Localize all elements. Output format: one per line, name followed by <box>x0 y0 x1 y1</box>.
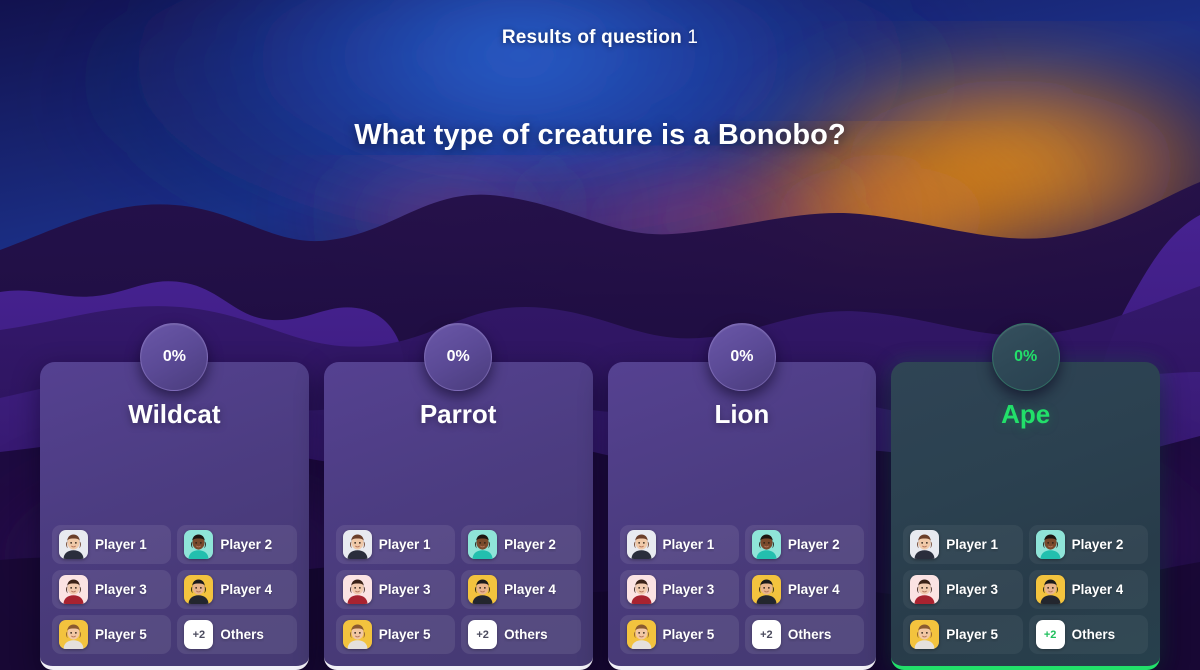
player-name: Player 5 <box>946 627 999 642</box>
player-name: Player 5 <box>662 627 715 642</box>
player-name: Player 4 <box>220 582 273 597</box>
player-chip[interactable]: Player 4 <box>177 570 297 609</box>
player-list: Player 1 Player 2 Player 3 Player 4 Player 5… <box>335 525 581 654</box>
avatar <box>910 620 940 649</box>
results-label: Results of question <box>501 27 682 48</box>
player-name: Player 3 <box>95 582 147 597</box>
question-number: 1 <box>687 27 699 48</box>
answer-percent-badge: 0% <box>424 323 493 391</box>
others-count-badge: +2 <box>468 620 498 649</box>
avatar <box>59 620 88 649</box>
answer-card[interactable]: 0% Ape Player 1 Player 2 Player 3 Player 4 Pla… <box>891 323 1160 670</box>
player-list: Player 1 Player 2 Player 3 Player 4 Player 5… <box>52 525 297 654</box>
avatar <box>910 575 940 604</box>
player-chip[interactable]: Player 5 <box>619 615 739 654</box>
others-label: Others <box>220 627 264 642</box>
player-name: Player 1 <box>946 537 999 552</box>
others-chip[interactable]: +2 Others <box>461 615 581 654</box>
results-screen: Results of question 1 What type of creat… <box>0 0 1200 670</box>
player-name: Player 3 <box>378 582 431 597</box>
card-spacer <box>52 429 297 525</box>
answer-percent-badge: 0% <box>991 323 1060 391</box>
player-name: Player 1 <box>95 537 147 552</box>
avatar <box>342 575 372 604</box>
others-chip[interactable]: +2 Others <box>1028 615 1148 654</box>
avatar <box>184 575 214 604</box>
avatar <box>1035 530 1065 559</box>
answer-label: Parrot <box>419 399 497 429</box>
player-chip[interactable]: Player 4 <box>461 570 581 609</box>
player-chip[interactable]: Player 2 <box>461 525 581 564</box>
player-name: Player 3 <box>662 582 715 597</box>
player-chip[interactable]: Player 5 <box>335 615 456 654</box>
avatar <box>751 575 781 604</box>
player-chip[interactable]: Player 1 <box>335 525 456 564</box>
avatar <box>626 530 656 559</box>
avatar <box>468 575 498 604</box>
answer-card[interactable]: 0% Parrot Player 1 Player 2 Player 3 Player 4… <box>323 323 593 670</box>
card-spacer <box>620 429 865 525</box>
player-chip[interactable]: Player 3 <box>335 570 456 609</box>
player-chip[interactable]: Player 2 <box>177 525 297 564</box>
player-chip[interactable]: Player 5 <box>52 615 172 654</box>
avatar <box>184 530 214 559</box>
avatar <box>751 530 781 559</box>
player-chip[interactable]: Player 3 <box>52 570 172 609</box>
player-name: Player 1 <box>662 537 715 552</box>
player-list: Player 1 Player 2 Player 3 Player 4 Player 5… <box>903 525 1148 654</box>
avatar <box>342 530 372 559</box>
answers-row: 0% Wildcat Player 1 Player 2 Player 3 Player … <box>40 323 1160 670</box>
player-chip[interactable]: Player 4 <box>1028 570 1148 609</box>
others-label: Others <box>1071 627 1116 642</box>
avatar <box>626 620 656 649</box>
card-spacer <box>336 429 581 525</box>
avatar <box>59 575 88 604</box>
question-text: What type of creature is a Bonobo? <box>354 119 846 151</box>
player-name: Player 3 <box>946 582 999 597</box>
others-count-badge: +2 <box>184 620 214 649</box>
avatar <box>342 620 372 649</box>
player-name: Player 4 <box>787 582 840 597</box>
answer-label: Lion <box>714 399 770 429</box>
player-name: Player 5 <box>95 627 147 642</box>
others-chip[interactable]: +2 Others <box>744 615 865 654</box>
answer-label: Wildcat <box>128 399 221 429</box>
player-chip[interactable]: Player 3 <box>619 570 739 609</box>
answer-card[interactable]: 0% Wildcat Player 1 Player 2 Player 3 Player … <box>40 323 309 670</box>
results-subtitle: Results of question 1 <box>0 27 1200 49</box>
player-list: Player 1 Player 2 Player 3 Player 4 Player 5… <box>619 525 865 654</box>
player-chip[interactable]: Player 1 <box>52 525 172 564</box>
player-name: Player 2 <box>220 537 273 552</box>
avatar <box>59 530 88 559</box>
player-name: Player 4 <box>1071 582 1124 597</box>
card-spacer <box>903 429 1148 525</box>
answer-percent-badge: 0% <box>140 323 209 391</box>
others-count-badge: +2 <box>1035 620 1065 649</box>
others-label: Others <box>504 627 548 642</box>
player-name: Player 2 <box>1071 537 1124 552</box>
avatar <box>910 530 940 559</box>
player-chip[interactable]: Player 2 <box>744 525 865 564</box>
player-chip[interactable]: Player 1 <box>619 525 739 564</box>
player-chip[interactable]: Player 2 <box>1028 525 1148 564</box>
player-chip[interactable]: Player 4 <box>744 570 865 609</box>
answer-label: Ape <box>1001 399 1051 429</box>
avatar <box>626 575 656 604</box>
player-name: Player 4 <box>504 582 556 597</box>
player-name: Player 1 <box>378 537 431 552</box>
others-count-badge: +2 <box>751 620 781 649</box>
avatar <box>468 530 498 559</box>
others-label: Others <box>787 627 832 642</box>
player-name: Player 5 <box>378 627 431 642</box>
player-chip[interactable]: Player 1 <box>903 525 1023 564</box>
others-chip[interactable]: +2 Others <box>177 615 297 654</box>
answer-percent-badge: 0% <box>707 323 776 391</box>
answer-card[interactable]: 0% Lion Player 1 Player 2 Player 3 Player 4 Pl… <box>607 323 877 670</box>
player-chip[interactable]: Player 5 <box>903 615 1023 654</box>
player-name: Player 2 <box>787 537 840 552</box>
player-name: Player 2 <box>504 537 556 552</box>
avatar <box>1035 575 1065 604</box>
player-chip[interactable]: Player 3 <box>903 570 1023 609</box>
